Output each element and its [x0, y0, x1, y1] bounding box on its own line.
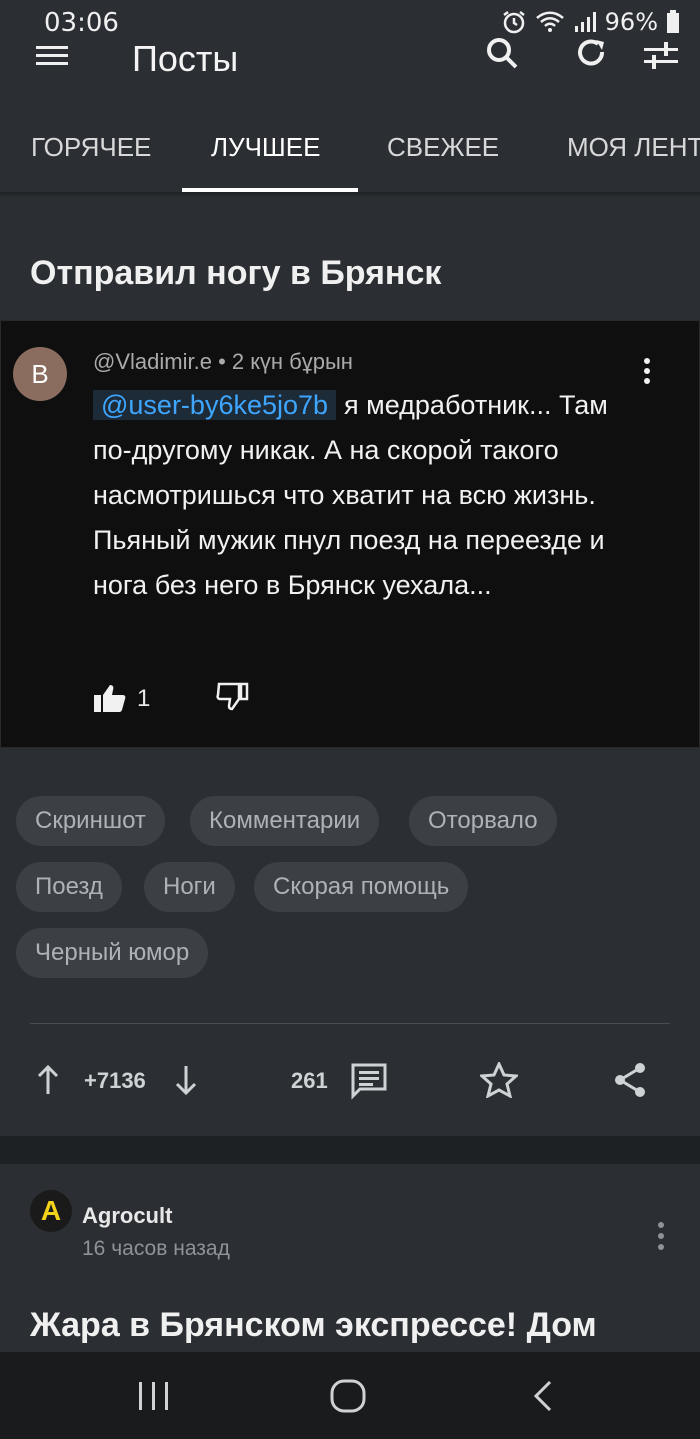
menu-icon[interactable] — [36, 44, 68, 68]
comment-time: 2 күн бұрын — [231, 349, 353, 374]
system-nav-bar — [0, 1352, 700, 1439]
tag-chip[interactable]: Комментарии — [190, 796, 380, 846]
upvote-icon[interactable] — [36, 1064, 60, 1096]
comment-icon[interactable] — [350, 1062, 388, 1100]
tag-chip[interactable]: Оторвало — [409, 796, 557, 846]
tag-chip[interactable]: Скорая помощь — [254, 862, 469, 912]
refresh-icon[interactable] — [572, 38, 612, 74]
tag-chip[interactable]: Поезд — [16, 862, 122, 912]
post-separator — [0, 1136, 700, 1164]
divider — [30, 1023, 670, 1024]
post-title[interactable]: Отправил ногу в Брянск — [30, 254, 441, 293]
comment-avatar: B — [13, 347, 67, 401]
thumbs-up-icon — [94, 685, 126, 712]
share-icon[interactable] — [612, 1060, 648, 1100]
author-name[interactable]: Agrocult — [82, 1203, 172, 1229]
battery-icon — [667, 10, 679, 33]
filter-icon[interactable] — [642, 38, 682, 74]
comment-text: @user-by6ke5jo7b я медработник... Там по-… — [93, 383, 653, 608]
tab-best[interactable]: ЛУЧШЕЕ — [211, 132, 320, 163]
home-icon[interactable] — [328, 1378, 368, 1414]
next-post-title[interactable]: Жара в Брянском экспрессе! Дом — [30, 1306, 597, 1345]
comment-meta: @Vladimir.e • 2 күн бұрын — [93, 349, 353, 374]
star-icon[interactable] — [480, 1062, 518, 1098]
search-icon[interactable] — [482, 38, 522, 74]
battery-percent: 96% — [604, 8, 658, 36]
thumbs-down-icon — [216, 682, 249, 711]
tab-hot[interactable]: ГОРЯЧЕЕ — [31, 132, 151, 163]
wifi-icon — [535, 11, 564, 32]
tab-fresh[interactable]: СВЕЖЕЕ — [387, 132, 499, 163]
comments-count: 261 — [291, 1068, 328, 1093]
back-icon[interactable] — [524, 1378, 564, 1414]
tabs-shadow — [0, 192, 700, 198]
signal-icon — [574, 12, 596, 32]
page-title: Посты — [132, 38, 239, 79]
author-avatar[interactable]: A — [30, 1190, 72, 1232]
alarm-icon — [502, 11, 525, 34]
comment-author: @Vladimir.e — [93, 349, 212, 374]
tag-chip[interactable]: Черный юмор — [16, 928, 209, 978]
app-bar: Посты — [0, 34, 700, 82]
comment-body: я медработник... Там по-другому никак. А… — [93, 390, 608, 600]
tag-chip[interactable]: Скриншот — [16, 796, 165, 846]
status-icons: 96% — [501, 8, 680, 36]
recent-apps-icon[interactable] — [134, 1378, 174, 1414]
more-vertical-icon[interactable] — [655, 1220, 667, 1252]
comment-mention: @user-by6ke5jo7b — [93, 390, 337, 420]
post-image[interactable]: B @Vladimir.e • 2 күн бұрын @user-by6ke5… — [0, 320, 700, 748]
comment-like-count: 1 — [137, 685, 151, 712]
post-time: 16 часов назад — [82, 1237, 230, 1260]
tab-my-feed[interactable]: МОЯ ЛЕНТА — [567, 132, 700, 163]
tab-bar: ГОРЯЧЕЕ ЛУЧШЕЕ СВЕЖЕЕ МОЯ ЛЕНТА — [0, 118, 700, 192]
rating-value: +7136 — [84, 1068, 146, 1093]
downvote-icon[interactable] — [174, 1064, 198, 1096]
tag-chip[interactable]: Ноги — [144, 862, 235, 912]
